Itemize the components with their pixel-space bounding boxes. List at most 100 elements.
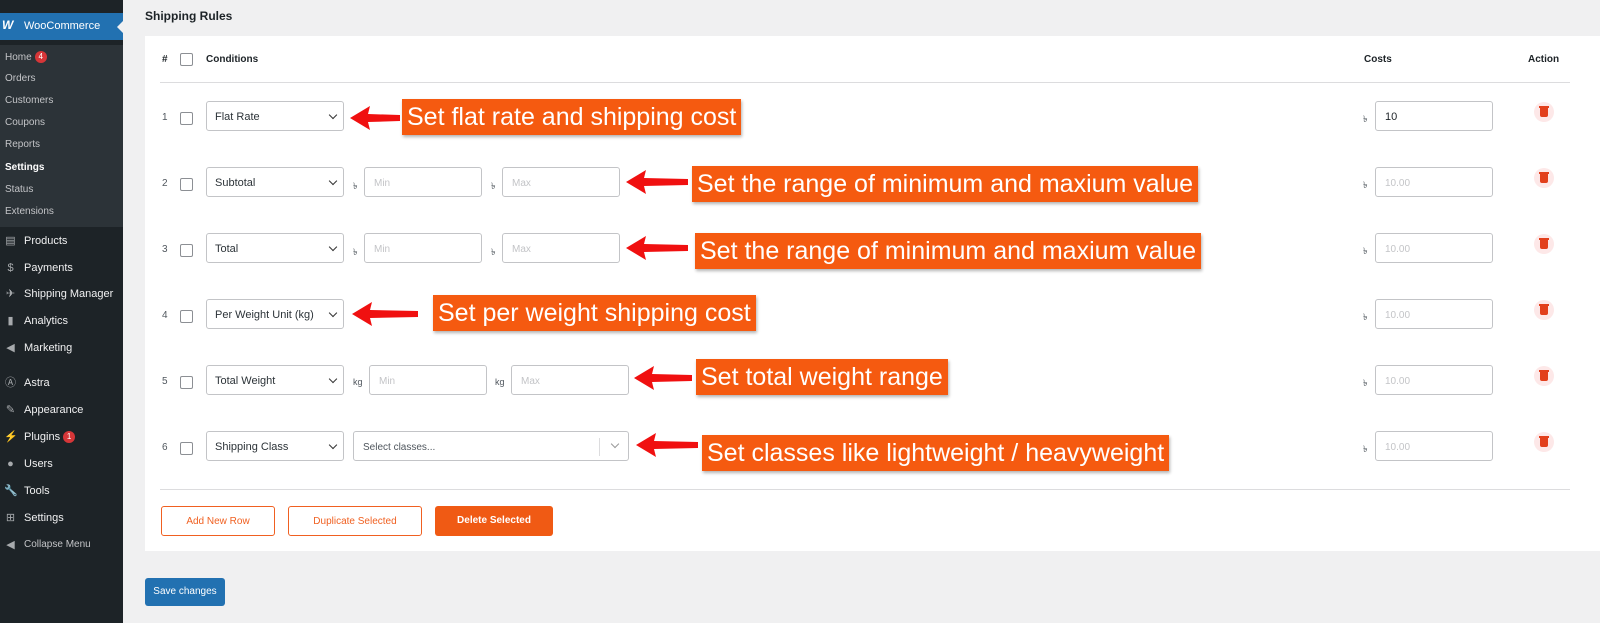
currency-symbol: ৳ bbox=[1363, 246, 1368, 256]
menu-users[interactable]: ● Users bbox=[0, 454, 123, 476]
annotation-arrow-icon bbox=[352, 302, 418, 326]
row-checkbox[interactable] bbox=[180, 376, 193, 389]
row-checkbox[interactable] bbox=[180, 442, 193, 455]
row-checkbox[interactable] bbox=[180, 178, 193, 191]
header-divider bbox=[160, 82, 1570, 83]
cost-input[interactable]: 10.00 bbox=[1375, 431, 1493, 461]
menu-plugins[interactable]: ⚡ Plugins 1 bbox=[0, 427, 123, 449]
annotation-label: Set classes like lightweight / heavyweig… bbox=[702, 435, 1170, 471]
menu-settings[interactable]: ⊞ Settings bbox=[0, 508, 123, 530]
row-number: 5 bbox=[162, 376, 168, 387]
menu-tools[interactable]: 🔧 Tools bbox=[0, 481, 123, 503]
delete-selected-button[interactable]: Delete Selected bbox=[435, 506, 553, 536]
min-unit: ৳ bbox=[353, 181, 358, 191]
submenu-reports[interactable]: Reports bbox=[5, 139, 40, 150]
menu-analytics[interactable]: ▮ Analytics bbox=[0, 311, 123, 333]
min-unit: ৳ bbox=[353, 247, 358, 257]
delete-row-icon[interactable] bbox=[1534, 300, 1554, 320]
save-changes-button[interactable]: Save changes bbox=[145, 578, 225, 606]
menu-woocommerce-label: WooCommerce bbox=[24, 20, 101, 32]
cost-input[interactable]: 10.00 bbox=[1375, 299, 1493, 329]
condition-select[interactable]: Per Weight Unit (kg) bbox=[206, 299, 344, 329]
delete-row-icon[interactable] bbox=[1534, 432, 1554, 452]
menu-appearance[interactable]: ✎ Appearance bbox=[0, 400, 123, 422]
condition-select[interactable]: Shipping Class bbox=[206, 431, 344, 461]
chevron-down-icon bbox=[328, 110, 338, 120]
woocommerce-submenu: Home 4 Orders Customers Coupons Reports S… bbox=[0, 45, 123, 227]
cost-input[interactable]: 10.00 bbox=[1375, 167, 1493, 197]
delete-row-icon[interactable] bbox=[1534, 102, 1554, 122]
annotation-arrow-icon bbox=[634, 366, 692, 390]
section-title: Shipping Rules bbox=[145, 9, 233, 23]
row-checkbox[interactable] bbox=[180, 112, 193, 125]
min-input[interactable]: Min bbox=[364, 233, 482, 263]
menu-woocommerce[interactable]: W WooCommerce bbox=[0, 13, 124, 40]
menu-products[interactable]: ▤ Products bbox=[0, 231, 123, 253]
chevron-down-icon bbox=[328, 374, 338, 384]
col-header-costs: Costs bbox=[1364, 54, 1392, 65]
chevron-down-icon bbox=[328, 440, 338, 450]
row-checkbox[interactable] bbox=[180, 244, 193, 257]
plugins-icon: ⚡ bbox=[4, 431, 18, 443]
submenu-coupons[interactable]: Coupons bbox=[5, 117, 45, 128]
annotation-label: Set flat rate and shipping cost bbox=[402, 99, 742, 135]
max-input[interactable]: Max bbox=[502, 233, 620, 263]
marketing-icon: ◀ bbox=[6, 342, 15, 354]
submenu-extensions[interactable]: Extensions bbox=[5, 206, 54, 217]
footer-divider bbox=[160, 489, 1570, 490]
cost-input[interactable]: 10.00 bbox=[1375, 365, 1493, 395]
max-input[interactable]: Max bbox=[511, 365, 629, 395]
row-number: 3 bbox=[162, 244, 168, 255]
annotation-arrow-icon bbox=[636, 433, 698, 457]
row-number: 6 bbox=[162, 442, 168, 453]
delete-row-icon[interactable] bbox=[1534, 168, 1554, 188]
plugins-count-badge: 1 bbox=[63, 431, 76, 443]
condition-select[interactable]: Total Weight bbox=[206, 365, 344, 395]
collapse-icon: ◀ bbox=[6, 539, 15, 551]
row-checkbox[interactable] bbox=[180, 310, 193, 323]
appearance-icon: ✎ bbox=[5, 404, 16, 416]
woocommerce-logo-icon: W bbox=[2, 18, 14, 32]
menu-shipping-manager[interactable]: ✈ Shipping Manager bbox=[0, 284, 123, 306]
menu-astra[interactable]: Ⓐ Astra bbox=[0, 373, 123, 395]
delete-row-icon[interactable] bbox=[1534, 234, 1554, 254]
astra-icon: Ⓐ bbox=[5, 377, 16, 389]
cost-input[interactable]: 10 bbox=[1375, 101, 1493, 131]
submenu-settings[interactable]: Settings bbox=[5, 162, 44, 173]
select-all-checkbox[interactable] bbox=[180, 53, 193, 66]
cost-input[interactable]: 10.00 bbox=[1375, 233, 1493, 263]
currency-symbol: ৳ bbox=[1363, 180, 1368, 190]
annotation-arrow-icon bbox=[626, 236, 688, 260]
min-unit: kg bbox=[353, 377, 363, 387]
menu-marketing[interactable]: ◀ Marketing bbox=[0, 338, 123, 360]
menu-collapse[interactable]: ◀ Collapse Menu bbox=[0, 535, 123, 557]
delete-row-icon[interactable] bbox=[1534, 366, 1554, 386]
row-number: 4 bbox=[162, 310, 168, 321]
max-unit: kg bbox=[495, 377, 505, 387]
admin-sidebar: W WooCommerce Home 4 Orders Customers Cou… bbox=[0, 0, 124, 623]
submenu-home[interactable]: Home 4 bbox=[5, 51, 47, 63]
duplicate-selected-button[interactable]: Duplicate Selected bbox=[288, 506, 422, 536]
condition-select[interactable]: Flat Rate bbox=[206, 101, 344, 131]
currency-symbol: ৳ bbox=[1363, 444, 1368, 454]
row-number: 2 bbox=[162, 178, 168, 189]
tools-icon: 🔧 bbox=[4, 485, 18, 497]
row-number: 1 bbox=[162, 112, 168, 123]
max-unit: ৳ bbox=[491, 181, 496, 191]
menu-payments[interactable]: $ Payments bbox=[0, 258, 123, 280]
submenu-status[interactable]: Status bbox=[5, 184, 33, 195]
col-header-num: # bbox=[162, 54, 168, 65]
min-input[interactable]: Min bbox=[369, 365, 487, 395]
annotation-label: Set the range of minimum and maxium valu… bbox=[692, 166, 1199, 202]
home-count-badge: 4 bbox=[34, 51, 47, 63]
add-new-row-button[interactable]: Add New Row bbox=[161, 506, 275, 536]
chevron-down-icon bbox=[328, 242, 338, 252]
min-input[interactable]: Min bbox=[364, 167, 482, 197]
settings-icon: ⊞ bbox=[5, 512, 16, 524]
shipping-classes-select[interactable]: Select classes... bbox=[353, 431, 629, 461]
submenu-orders[interactable]: Orders bbox=[5, 73, 36, 84]
submenu-customers[interactable]: Customers bbox=[5, 95, 53, 106]
max-input[interactable]: Max bbox=[502, 167, 620, 197]
condition-select[interactable]: Subtotal bbox=[206, 167, 344, 197]
condition-select[interactable]: Total bbox=[206, 233, 344, 263]
